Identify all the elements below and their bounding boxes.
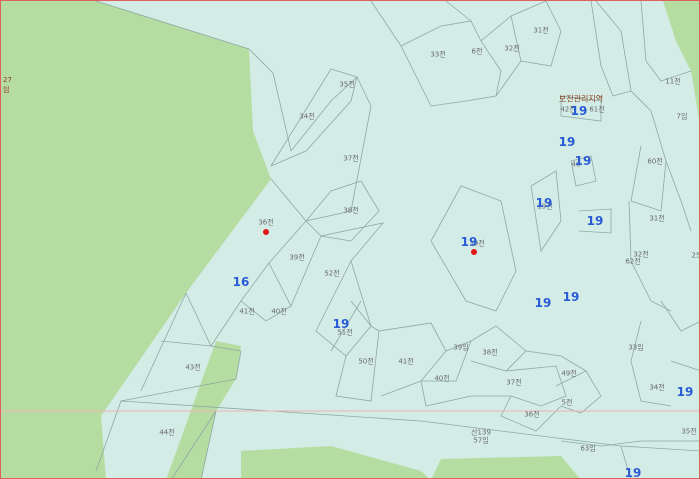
parcel-label: 11전: [665, 77, 681, 86]
parcel-label: 34전: [649, 383, 665, 392]
map-number-label: 19: [574, 154, 592, 168]
parcel-label: 41전: [398, 357, 414, 366]
map-number-label: 19: [534, 296, 552, 310]
parcel-label: 35전: [681, 427, 697, 436]
map-view[interactable]: 27 임 보전관리지역 35전 34전 37전 38전 36전 39전 52전 …: [0, 0, 700, 479]
map-number-label: 19: [460, 235, 478, 249]
parcel-label: 36전: [524, 410, 540, 419]
parcel-label: 50전: [358, 357, 374, 366]
map-number-label: 19: [676, 385, 694, 399]
map-number-label: 19: [558, 135, 576, 149]
parcel-label: 7임: [676, 112, 688, 121]
parcel-label: 산139: [471, 428, 491, 437]
parcel-label: 39전: [289, 253, 305, 262]
parcel-label: 35전: [339, 80, 355, 89]
parcel-label: 25: [691, 251, 700, 260]
parcel-label: 31전: [533, 26, 549, 35]
parcel-label: 34전: [299, 112, 315, 121]
forest-area-southwest: [166, 341, 241, 478]
parcel-label: 63임: [580, 444, 596, 453]
parcel-label: 40전: [434, 374, 450, 383]
parcel-label: 61전: [589, 105, 605, 114]
map-number-label: 19: [332, 317, 350, 331]
parcel-label: 43전: [185, 363, 201, 372]
map-number-label: 19: [570, 104, 588, 118]
forest-area-east: [663, 1, 699, 119]
parcel-label: 38전: [343, 206, 359, 215]
map-number-label: 16: [232, 275, 250, 289]
parcel-label: 57임: [473, 436, 489, 445]
parcel-label: 60전: [647, 157, 663, 166]
map-number-label: 19: [535, 196, 553, 210]
parcel-label: 41전: [239, 307, 255, 316]
marker-dot[interactable]: [471, 249, 477, 255]
parcel-label: 38전: [482, 348, 498, 357]
marker-dot[interactable]: [263, 229, 269, 235]
map-number-label: 19: [624, 466, 642, 479]
parcel-label: 33전: [430, 50, 446, 59]
forest-area-west: [1, 1, 271, 478]
edge-label-left-bottom: 임: [3, 86, 10, 94]
edge-label-left-top: 27: [3, 76, 12, 84]
parcel-label: 36전: [258, 218, 274, 227]
parcel-label: 39임: [453, 343, 469, 352]
parcel-label: 37전: [506, 378, 522, 387]
parcel-label: 32전: [504, 44, 520, 53]
parcel-label: 6전: [471, 47, 483, 56]
zone-label: 보전관리지역: [558, 94, 604, 104]
parcel-label: 49전: [561, 369, 577, 378]
parcel-label: 5전: [561, 398, 573, 407]
parcel-label: 33임: [628, 343, 644, 352]
map-canvas: [1, 1, 699, 478]
parcel-label: 31전: [649, 214, 665, 223]
parcel-label: 52전: [324, 269, 340, 278]
parcel-label: 32전: [633, 250, 649, 259]
parcel-label: 40전: [271, 307, 287, 316]
parcel-label: 62전: [625, 257, 641, 266]
parcel-label: 37전: [343, 154, 359, 163]
map-number-label: 19: [562, 290, 580, 304]
parcel-label: 44전: [159, 428, 175, 437]
forest-area-south: [241, 446, 429, 478]
forest-area-southeast: [431, 456, 580, 478]
map-number-label: 19: [586, 214, 604, 228]
